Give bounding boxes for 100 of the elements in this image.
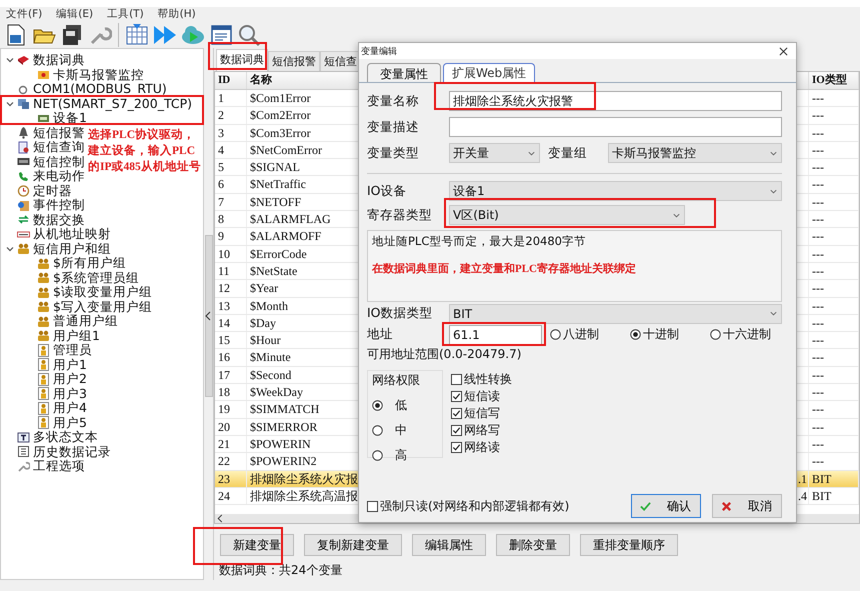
toolbar-button[interactable]: 新建变量 [220, 534, 294, 556]
toolbar-button[interactable]: 复制新建变量 [304, 534, 402, 556]
menu-item[interactable]: 文件(F) [6, 7, 42, 21]
clock-icon [17, 184, 30, 198]
scroll-left-icon[interactable] [217, 514, 223, 524]
menu-item[interactable]: 编辑(E) [56, 7, 94, 21]
user-icon [37, 372, 50, 386]
tree-item[interactable]: $读取变量用户组 [53, 285, 152, 300]
table-cell: --- [809, 211, 859, 228]
table-cell: --- [809, 124, 859, 141]
radio-button[interactable] [630, 329, 641, 340]
checkbox[interactable] [451, 391, 462, 402]
table-cell: .4 [798, 488, 807, 503]
input-field[interactable]: 61.1 [449, 324, 542, 344]
table-cell: 2 [215, 107, 247, 124]
tree-item[interactable]: 从机地址映射 [33, 227, 111, 242]
tree-item[interactable]: 普通用户组 [53, 314, 118, 328]
tree-item[interactable]: 短信查询 [33, 140, 85, 154]
table-cell: --- [809, 107, 859, 124]
dropdown[interactable]: BIT [449, 304, 782, 324]
menu-item[interactable]: 帮助(H) [158, 7, 196, 21]
item-icon [17, 198, 30, 212]
tab[interactable]: 短信查 [320, 51, 361, 71]
toolbar-button[interactable]: 删除变量 [496, 534, 570, 556]
table-cell: 4 [215, 142, 247, 158]
tree-item[interactable]: 用户4 [53, 401, 87, 416]
save-icon[interactable] [60, 22, 84, 46]
field-label: 变量组 [548, 144, 588, 162]
tree-item[interactable]: 用户2 [53, 372, 87, 386]
radio-button[interactable] [372, 400, 383, 411]
table-cell: --- [809, 332, 859, 348]
input-field[interactable] [449, 117, 782, 137]
dropdown[interactable]: V区(Bit) [449, 205, 685, 225]
confirm-button[interactable]: 确认 [631, 494, 701, 518]
search-icon[interactable] [237, 22, 261, 46]
column-header[interactable]: ID [215, 72, 247, 89]
grid-icon[interactable] [125, 22, 149, 46]
tab[interactable]: 变量属性 [367, 63, 441, 82]
tree-item[interactable]: 来电动作 [33, 169, 85, 184]
tree-item[interactable]: 数据词典 [33, 53, 85, 68]
tree-item[interactable]: 用户3 [53, 386, 87, 401]
tree-item[interactable]: 用户1 [53, 358, 87, 372]
checkbox[interactable] [367, 500, 378, 512]
checkbox[interactable] [451, 374, 462, 385]
tree-item[interactable]: NET(SMART_S7_200_TCP) [33, 96, 192, 111]
column-header[interactable]: IO类型 [809, 72, 859, 89]
cancel-button[interactable]: 取消 [712, 494, 782, 518]
user-icon [17, 242, 30, 256]
table-cell: --- [809, 401, 859, 418]
user-icon [37, 300, 50, 314]
tree-item[interactable]: 短信控制 [33, 154, 85, 169]
tree-item[interactable]: 设备1 [53, 111, 87, 126]
tab[interactable]: 短信报警 [268, 51, 320, 71]
highlight-frame [208, 42, 267, 70]
tree-item[interactable]: 数据交换 [33, 212, 85, 227]
check-icon [640, 500, 651, 512]
table-cell: 15 [215, 332, 247, 348]
scrollbar-thumb[interactable] [205, 235, 213, 397]
radio-button[interactable] [710, 329, 721, 340]
dropdown[interactable]: 设备1 [449, 181, 782, 201]
tree-item[interactable]: 用户组1 [53, 328, 100, 343]
dropdown[interactable]: 卡斯马报警监控 [608, 143, 782, 163]
table-cell: --- [809, 262, 859, 280]
tree-item[interactable]: 用户5 [53, 416, 87, 430]
input-field[interactable]: 排烟除尘系统火灾报警 [449, 91, 782, 111]
table-cell: 16 [215, 349, 247, 366]
radio-button[interactable] [550, 329, 561, 340]
toolbar-button[interactable]: 重排变量顺序 [580, 534, 678, 556]
checkbox[interactable] [451, 408, 462, 419]
tree-item[interactable]: 事件控制 [33, 198, 85, 212]
radio-button[interactable] [372, 450, 383, 461]
checkbox[interactable] [451, 425, 462, 436]
annotation-text: 选择PLC协议驱动，建立设备，输入PLC的IP或485从机地址号 [88, 127, 202, 175]
checkbox[interactable] [451, 442, 462, 453]
tree-item[interactable]: 工程选项 [33, 459, 85, 474]
tree-item[interactable]: $系统管理员组 [53, 270, 139, 285]
table-cell: 22 [215, 453, 247, 470]
tree-item[interactable]: 定时器 [33, 184, 72, 198]
tab[interactable]: 扩展Web属性 [443, 63, 536, 82]
menu-item[interactable]: 工具(T) [107, 7, 144, 21]
tree-item[interactable]: 卡斯马报警监控 [53, 68, 144, 82]
tree-item[interactable]: 管理员 [53, 343, 92, 358]
tree-item[interactable]: $所有用户组 [53, 256, 126, 270]
tree-item[interactable]: 历史数据记录 [33, 444, 111, 459]
table-cell: --- [809, 90, 859, 106]
tree-item[interactable]: 短信用户和组 [33, 242, 111, 256]
table-cell: 11 [215, 262, 247, 280]
tree-item[interactable]: COM1(MODBUS_RTU) [33, 82, 167, 96]
form-window-icon[interactable] [209, 22, 233, 46]
table-cell: --- [809, 418, 859, 435]
tree-item[interactable]: $写入变量用户组 [53, 300, 152, 314]
tree-item[interactable]: 多状态文本 [33, 430, 98, 444]
close-icon[interactable] [779, 46, 788, 56]
dropdown[interactable]: 开关量 [449, 143, 540, 163]
range-text: 可用地址范围(0.0-20479.7) [367, 346, 522, 362]
radio-button[interactable] [372, 425, 383, 436]
item-icon [17, 445, 30, 458]
tree-item[interactable]: 短信报警 [33, 126, 85, 140]
toolbar-button[interactable]: 编辑属性 [412, 534, 486, 556]
user-icon [37, 358, 50, 372]
